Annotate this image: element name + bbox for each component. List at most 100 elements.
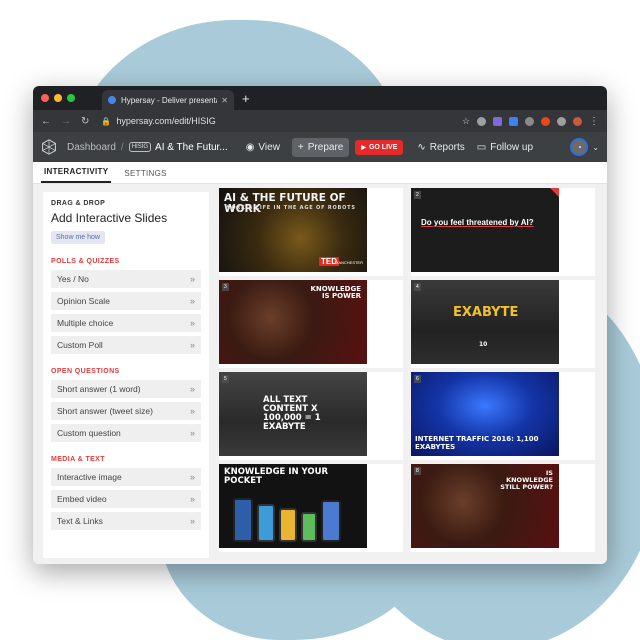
back-icon[interactable]: ← bbox=[41, 116, 51, 127]
item-label: Interactive image bbox=[57, 472, 122, 482]
extension-icon[interactable] bbox=[541, 116, 550, 126]
slide-number: 3 bbox=[222, 283, 229, 291]
prepare-button[interactable]: + Prepare bbox=[291, 137, 350, 157]
app-header: Dashboard / HISIG AI & The Futur... ◉ Vi… bbox=[33, 132, 607, 162]
item-label: Custom Poll bbox=[57, 340, 103, 350]
slide-type-custom-poll[interactable]: Custom Poll » bbox=[51, 336, 201, 354]
slide-thumbnail[interactable]: 2 Do you feel threatened by AI? bbox=[411, 188, 559, 272]
slide-number: 6 bbox=[414, 375, 421, 383]
tab-settings[interactable]: SETTINGS bbox=[121, 169, 169, 183]
drag-handle-icon[interactable]: » bbox=[190, 472, 195, 482]
slide-slot: 3 KNOWLEDGE IS POWER bbox=[219, 280, 403, 368]
tab-interactivity[interactable]: INTERACTIVITY bbox=[41, 167, 112, 183]
item-label: Yes / No bbox=[57, 274, 89, 284]
slide-title: KNOWLEDGE IS POWER bbox=[310, 285, 361, 301]
follow-up-button[interactable]: ▭ Follow up bbox=[477, 142, 533, 153]
slide-number: 2 bbox=[414, 191, 421, 199]
slide-slot: KNOWLEDGE IN YOUR POCKET bbox=[219, 464, 403, 552]
extension-icon[interactable] bbox=[573, 116, 582, 126]
slide-thumbnail[interactable]: KNOWLEDGE IN YOUR POCKET bbox=[219, 464, 367, 548]
deck-code-badge: HISIG bbox=[128, 142, 152, 152]
slide-subtitle: WORK & LIFE IN THE AGE OF ROBOTS bbox=[225, 205, 356, 211]
drag-handle-icon[interactable]: » bbox=[190, 428, 195, 438]
slide-type-short-answer-tweet[interactable]: Short answer (tweet size) » bbox=[51, 402, 201, 420]
reports-button[interactable]: ∿ Reports bbox=[417, 142, 464, 153]
show-me-how-button[interactable]: Show me how bbox=[51, 231, 105, 244]
extension-icon[interactable] bbox=[493, 116, 502, 126]
interactive-slides-panel: DRAG & DROP Add Interactive Slides Show … bbox=[43, 192, 209, 558]
item-label: Text & Links bbox=[57, 516, 103, 526]
plus-icon: + bbox=[297, 141, 304, 153]
address-bar: ← → ↻ 🔒 hypersay.com/edit/HISIG ☆ ⋮ bbox=[33, 110, 607, 132]
panel-title: Add Interactive Slides bbox=[51, 211, 168, 225]
drag-handle-icon[interactable]: » bbox=[190, 318, 195, 328]
slide-type-opinion-scale[interactable]: Opinion Scale » bbox=[51, 292, 201, 310]
browser-tab[interactable]: Hypersay - Deliver presentati... ✕ bbox=[102, 90, 234, 110]
slide-title: EXABYTE bbox=[453, 305, 519, 320]
slide-thumbnail[interactable]: 5 ALL TEXT CONTENT X 100,000 = 1 EXABYTE bbox=[219, 372, 367, 456]
slide-number: 4 bbox=[414, 283, 421, 291]
extension-icon[interactable] bbox=[525, 116, 534, 126]
slide-thumbnail[interactable]: 8 IS KNOWLEDGE STILL POWER? bbox=[411, 464, 559, 548]
star-icon[interactable]: ☆ bbox=[462, 116, 470, 127]
close-tab-icon[interactable]: ✕ bbox=[221, 96, 228, 105]
play-icon: ▶ bbox=[361, 144, 366, 151]
drag-handle-icon[interactable]: » bbox=[190, 494, 195, 504]
slide-thumbnail[interactable]: 4 EXABYTE 10 bbox=[411, 280, 559, 364]
browser-window: Hypersay - Deliver presentati... ✕ + ← →… bbox=[33, 86, 607, 564]
slide-thumbnail[interactable]: AI & THE FUTURE OF WORK WORK & LIFE IN T… bbox=[219, 188, 367, 272]
url-field[interactable]: 🔒 hypersay.com/edit/HISIG bbox=[101, 116, 215, 126]
drag-handle-icon[interactable]: » bbox=[190, 516, 195, 526]
forward-icon[interactable]: → bbox=[61, 116, 71, 127]
slide-title: ALL TEXT CONTENT X 100,000 = 1 EXABYTE bbox=[263, 395, 321, 432]
breadcrumb-dashboard[interactable]: Dashboard bbox=[67, 142, 116, 153]
drag-handle-icon[interactable]: » bbox=[190, 384, 195, 394]
drag-handle-icon[interactable]: » bbox=[190, 340, 195, 350]
section-title: POLLS & QUIZZES bbox=[51, 258, 120, 265]
slide-type-short-answer-word[interactable]: Short answer (1 word) » bbox=[51, 380, 201, 398]
menu-dots-icon[interactable]: ⋮ bbox=[589, 116, 599, 127]
item-label: Opinion Scale bbox=[57, 296, 110, 306]
reload-icon[interactable]: ↻ bbox=[81, 116, 89, 127]
stage: Hypersay - Deliver presentati... ✕ + ← →… bbox=[0, 0, 640, 640]
new-tab-icon[interactable]: + bbox=[242, 91, 250, 106]
slide-number: 5 bbox=[222, 375, 229, 383]
follow-up-label: Follow up bbox=[490, 141, 534, 153]
eye-icon: ◉ bbox=[245, 141, 255, 153]
slide-thumbnail[interactable]: 3 KNOWLEDGE IS POWER bbox=[219, 280, 367, 364]
drag-handle-icon[interactable]: » bbox=[190, 406, 195, 416]
view-button[interactable]: ◉ View bbox=[246, 142, 280, 153]
url-text: hypersay.com/edit/HISIG bbox=[116, 116, 216, 126]
go-live-label: GO LIVE bbox=[368, 143, 398, 151]
extension-icon[interactable] bbox=[477, 116, 486, 126]
slide-type-yes-no[interactable]: Yes / No » bbox=[51, 270, 201, 288]
go-live-button[interactable]: ▶ GO LIVE bbox=[355, 139, 404, 155]
slide-type-text-links[interactable]: Text & Links » bbox=[51, 512, 201, 530]
extension-icon[interactable] bbox=[509, 116, 518, 126]
panel-kicker: DRAG & DROP bbox=[51, 200, 106, 207]
minimize-window-icon[interactable] bbox=[54, 94, 62, 102]
hypersay-logo-icon[interactable] bbox=[41, 139, 57, 155]
slide-thumbnail[interactable]: 6 INTERNET TRAFFIC 2016: 1,100 EXABYTES bbox=[411, 372, 559, 456]
extension-icon[interactable] bbox=[557, 116, 566, 126]
slide-slot: AI & THE FUTURE OF WORK WORK & LIFE IN T… bbox=[219, 188, 403, 276]
close-window-icon[interactable] bbox=[41, 94, 49, 102]
drag-handle-icon[interactable]: » bbox=[190, 296, 195, 306]
avatar[interactable]: ◔ bbox=[570, 138, 589, 156]
slide-number: 8 bbox=[414, 467, 421, 475]
slide-slot: 5 ALL TEXT CONTENT X 100,000 = 1 EXABYTE bbox=[219, 372, 403, 460]
chevron-down-icon[interactable]: ⌄ bbox=[592, 143, 599, 152]
slide-type-embed-video[interactable]: Embed video » bbox=[51, 490, 201, 508]
deck-title[interactable]: AI & The Futur... bbox=[155, 142, 228, 153]
view-label: View bbox=[258, 141, 280, 153]
maximize-window-icon[interactable] bbox=[67, 94, 75, 102]
ted-location: MANCHESTER bbox=[334, 260, 363, 265]
drag-handle-icon[interactable]: » bbox=[190, 274, 195, 284]
slide-slot: 8 IS KNOWLEDGE STILL POWER? bbox=[411, 464, 595, 552]
pulse-icon: ∿ bbox=[417, 141, 426, 153]
slide-type-interactive-image[interactable]: Interactive image » bbox=[51, 468, 201, 486]
slide-type-multiple-choice[interactable]: Multiple choice » bbox=[51, 314, 201, 332]
slide-type-custom-question[interactable]: Custom question » bbox=[51, 424, 201, 442]
breadcrumb-separator: / bbox=[120, 141, 124, 153]
slide-grid: AI & THE FUTURE OF WORK WORK & LIFE IN T… bbox=[219, 188, 597, 564]
